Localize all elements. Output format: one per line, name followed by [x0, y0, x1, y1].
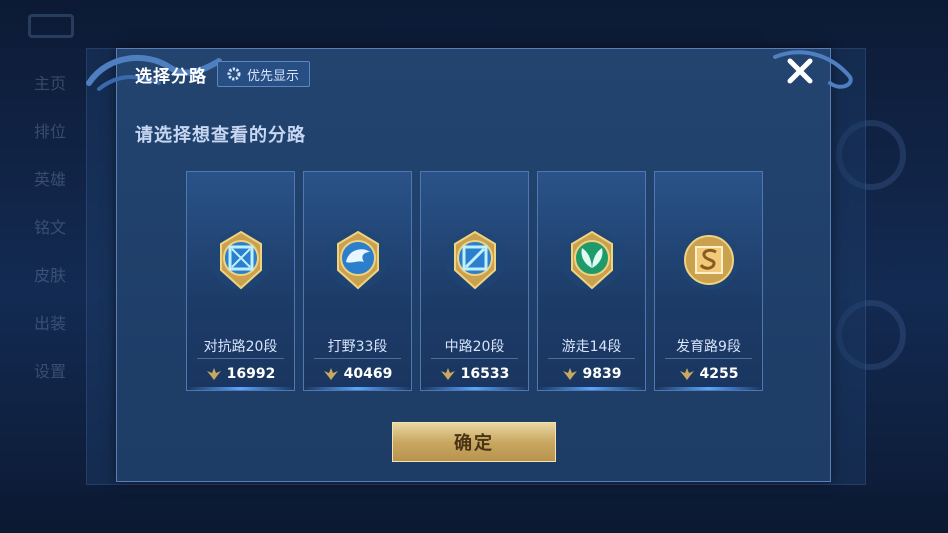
- lane-card-list: 对抗路20段 16992 打野33段 40469 中路20段 16533 游走1…: [186, 171, 763, 391]
- lane-score: 16992: [187, 366, 294, 382]
- lane-points-icon: [206, 368, 221, 380]
- divider: [197, 358, 284, 359]
- background-left-menu: 主页 排位 英雄 铭文 皮肤 出装 设置: [0, 60, 100, 480]
- lane-select-dialog: 选择分路 优先显示 请选择想查看的分路 对抗路20段 16992 打野33段 4…: [86, 48, 853, 482]
- lane-score-value: 40469: [343, 366, 393, 382]
- lane-rank-label: 打野33段: [327, 339, 388, 355]
- card-glow: [421, 387, 528, 390]
- mid-lane-icon: [445, 230, 505, 290]
- roam-leaf-icon: [562, 230, 622, 290]
- lane-card-farm[interactable]: 发育路9段 4255: [654, 171, 763, 391]
- card-glow: [304, 387, 411, 390]
- background-bottom-bar: [0, 493, 948, 533]
- background-menu-item: 排位: [34, 122, 67, 141]
- jungle-dragon-icon: [328, 230, 388, 290]
- card-glow: [655, 387, 762, 390]
- lane-points-icon: [679, 368, 694, 380]
- divider: [665, 358, 752, 359]
- lane-card-jungle[interactable]: 打野33段 40469: [303, 171, 412, 391]
- lane-card-clash[interactable]: 对抗路20段 16992: [186, 171, 295, 391]
- priority-display-label: 优先显示: [247, 68, 300, 84]
- background-menu-item: 英雄: [34, 170, 67, 189]
- divider: [314, 358, 401, 359]
- background-topbar: [0, 0, 948, 48]
- priority-display-button[interactable]: 优先显示: [217, 61, 311, 87]
- lane-score-value: 16533: [460, 366, 510, 382]
- gear-icon: [227, 67, 241, 81]
- lane-rank-label: 发育路9段: [676, 339, 741, 355]
- lane-card-mid[interactable]: 中路20段 16533: [420, 171, 529, 391]
- dialog-header: 选择分路 优先显示: [135, 61, 311, 87]
- close-icon[interactable]: [784, 55, 816, 87]
- lane-points-icon: [440, 368, 455, 380]
- dialog-subtitle: 请选择想查看的分路: [135, 125, 306, 146]
- background-menu-item: 出装: [34, 314, 67, 333]
- divider: [548, 358, 635, 359]
- lane-score: 9839: [538, 366, 645, 382]
- confirm-button[interactable]: 确定: [392, 422, 556, 462]
- lane-score: 16533: [421, 366, 528, 382]
- lane-score-value: 16992: [226, 366, 276, 382]
- lane-points-icon: [323, 368, 338, 380]
- lane-rank-label: 中路20段: [444, 339, 505, 355]
- background-menu-item: 设置: [34, 362, 67, 381]
- clash-lane-icon: [211, 230, 271, 290]
- back-icon: [28, 14, 74, 38]
- lane-points-icon: [562, 368, 577, 380]
- background-menu-item: 皮肤: [34, 266, 67, 285]
- farm-lane-icon: [679, 230, 739, 290]
- lane-score-value: 9839: [582, 366, 622, 382]
- lane-rank-label: 游走14段: [561, 339, 622, 355]
- dialog-title: 选择分路: [135, 66, 207, 87]
- card-glow: [538, 387, 645, 390]
- lane-rank-label: 对抗路20段: [203, 339, 278, 355]
- lane-card-roam[interactable]: 游走14段 9839: [537, 171, 646, 391]
- background-menu-item: 铭文: [34, 218, 67, 237]
- lane-score: 4255: [655, 366, 762, 382]
- card-glow: [187, 387, 294, 390]
- lane-score-value: 4255: [699, 366, 739, 382]
- lane-score: 40469: [304, 366, 411, 382]
- divider: [431, 358, 518, 359]
